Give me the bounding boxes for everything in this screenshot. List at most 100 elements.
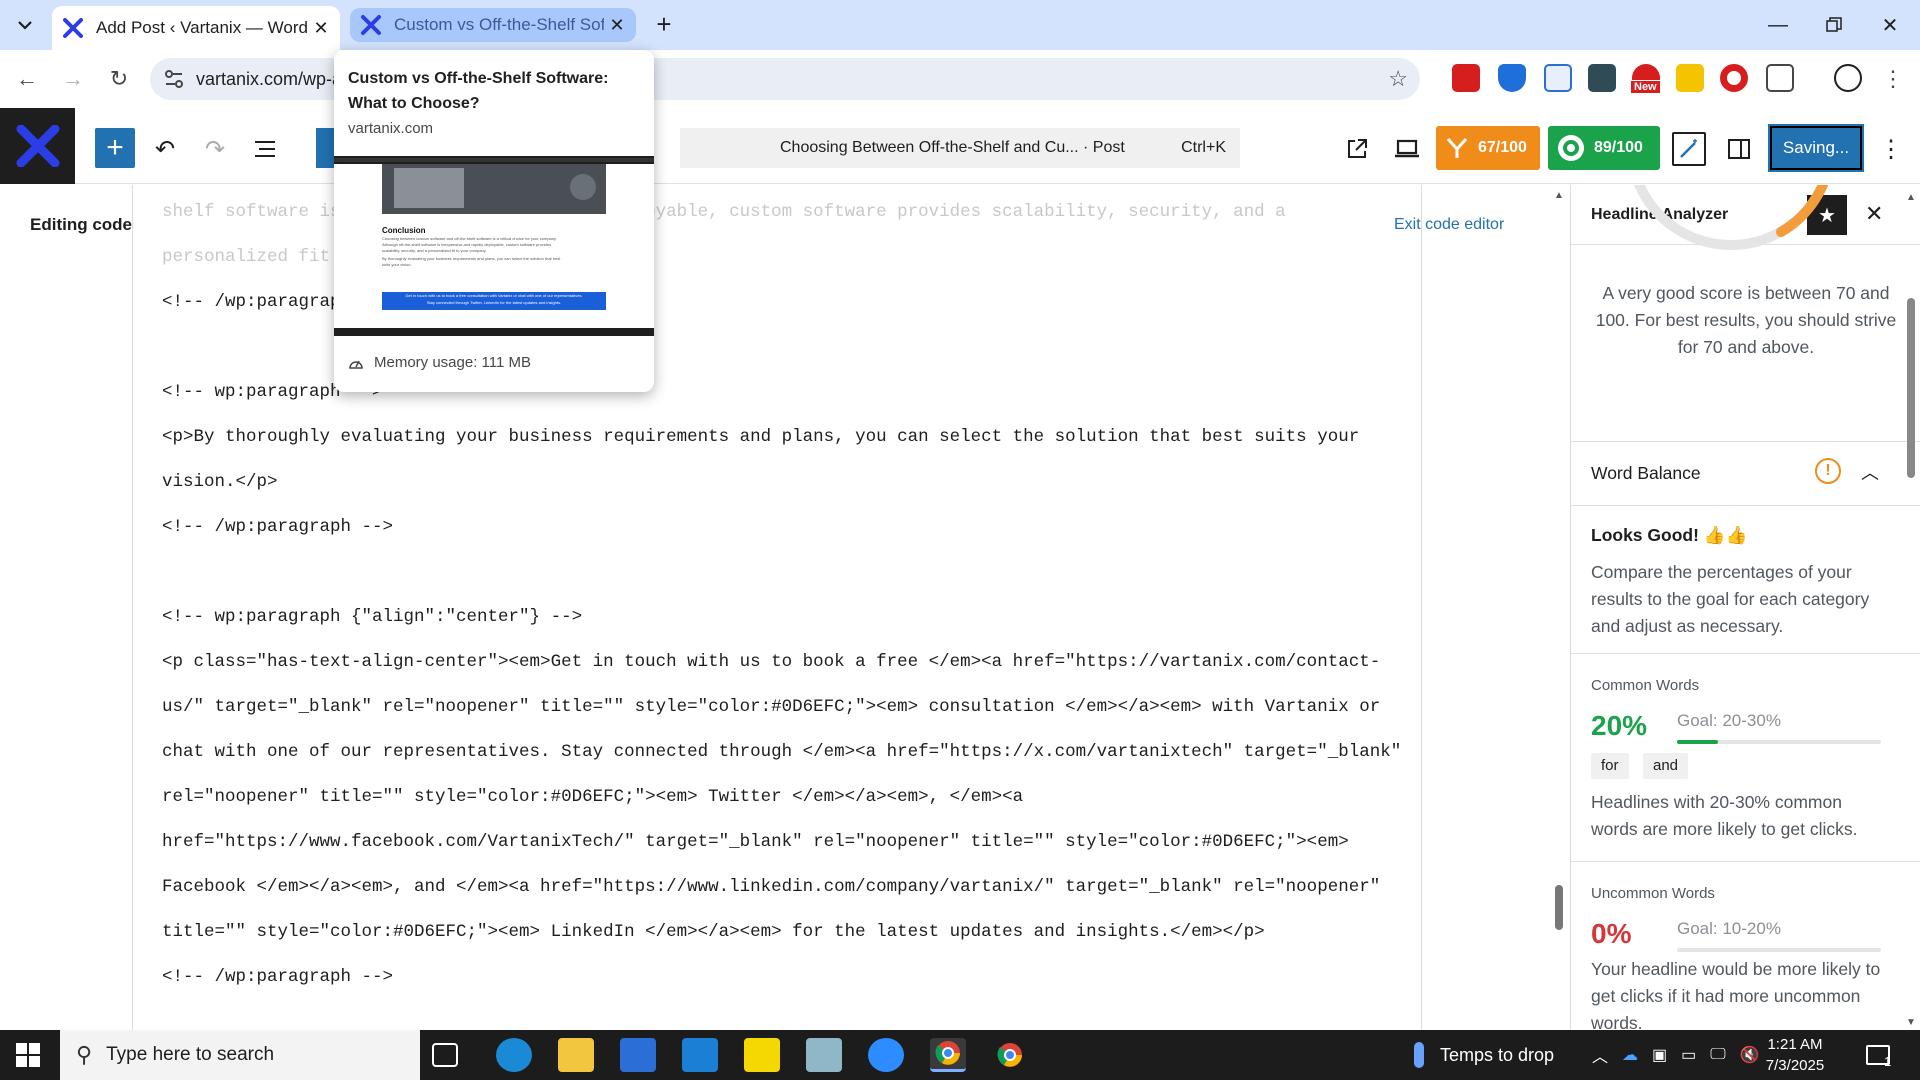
editor-scrollbar-thumb[interactable]: [1555, 885, 1563, 930]
options-menu-icon[interactable]: ⋮: [1874, 132, 1908, 166]
headline-score-button[interactable]: 89/100: [1548, 126, 1660, 170]
close-window-button[interactable]: ✕: [1862, 0, 1918, 50]
edge-icon[interactable]: [496, 1038, 532, 1072]
command-palette-bar[interactable]: Choosing Between Off-the-Shelf and Cu...…: [680, 128, 1240, 168]
close-tab-icon[interactable]: ✕: [308, 15, 334, 41]
restore-button[interactable]: [1806, 0, 1862, 50]
tab-title: Add Post ‹ Vartanix — WordPress: [96, 18, 308, 37]
collapse-chevron-icon[interactable]: ︿: [1861, 459, 1879, 485]
chrome-active-icon[interactable]: [930, 1038, 966, 1072]
undo-button[interactable]: ↶: [148, 132, 182, 166]
code-line[interactable]: Facebook </em></a><em>, and </em><a href…: [162, 877, 1380, 897]
list-view-icon: [255, 141, 275, 157]
compare-text: Compare the percentages of your results …: [1591, 562, 1870, 636]
tab-custom-vs-off-the-shelf[interactable]: Custom vs Off-the-Shelf Software: What t…: [350, 8, 636, 42]
common-words-bar-fill: [1677, 740, 1718, 744]
weather-widget[interactable]: Temps to drop: [1414, 1030, 1554, 1080]
pokeball-extension-icon[interactable]: [1720, 64, 1748, 92]
code-line[interactable]: <p class="has-text-align-center"><em>Get…: [162, 652, 1380, 672]
sidebar-scrollbar-thumb[interactable]: [1907, 298, 1915, 478]
network-icon[interactable]: 🖵: [1710, 1046, 1725, 1064]
new-extension-icon[interactable]: New: [1630, 64, 1661, 94]
code-line[interactable]: <!-- wp:paragraph {"align":"center"} -->: [162, 607, 582, 627]
preview-button[interactable]: [1390, 132, 1424, 166]
close-sidebar-icon[interactable]: ✕: [1865, 201, 1883, 227]
preview-image: [382, 164, 606, 214]
back-button[interactable]: ←: [12, 64, 42, 94]
security-icon[interactable]: ▣: [1652, 1045, 1667, 1065]
code-line[interactable]: <!-- /wp:paragraph -->: [162, 967, 393, 987]
new-tab-button[interactable]: +: [650, 10, 678, 38]
pdf-extension-icon[interactable]: [1452, 64, 1480, 92]
reload-button[interactable]: ↻: [104, 64, 134, 94]
site-logo[interactable]: [0, 108, 75, 184]
thumbs-up-icon: 👍👍: [1703, 525, 1748, 545]
settings-sidebar-toggle[interactable]: [1722, 132, 1756, 166]
code-line[interactable]: shelf software is inexpensive and rapidl…: [162, 202, 1286, 222]
taskbar-clock[interactable]: 1:21 AM 7/3/2025: [1750, 1034, 1840, 1076]
task-view-icon[interactable]: [432, 1043, 458, 1067]
browser-menu-icon[interactable]: ⋮: [1878, 64, 1908, 94]
hover-card-host: vartanix.com: [348, 120, 434, 137]
file-explorer-icon[interactable]: [558, 1038, 594, 1072]
vartanix-favicon-icon: [63, 18, 83, 38]
zoom-icon[interactable]: [868, 1038, 904, 1072]
doc-extension-icon[interactable]: [1544, 64, 1572, 92]
store-icon[interactable]: [620, 1038, 656, 1072]
exit-code-editor-link[interactable]: Exit code editor: [1394, 216, 1504, 234]
windows-start-icon[interactable]: [16, 1043, 40, 1067]
editor-scrollbar[interactable]: ▲: [1552, 190, 1566, 1030]
code-line[interactable]: vision.</p>: [162, 472, 278, 492]
scroll-up-arrow-icon[interactable]: ▲: [1906, 192, 1916, 203]
save-status-button[interactable]: Saving...: [1768, 124, 1864, 172]
chevron-up-icon[interactable]: ︿: [1592, 1043, 1608, 1067]
word-balance-title[interactable]: Word Balance: [1591, 463, 1701, 484]
tab-add-post[interactable]: Add Post ‹ Vartanix — WordPress ✕: [52, 6, 340, 50]
close-tab-icon[interactable]: ✕: [604, 12, 630, 38]
common-words-percent: 20%: [1591, 710, 1648, 741]
redo-button[interactable]: ↷: [198, 132, 232, 166]
headline-score: 89/100: [1594, 139, 1643, 156]
common-words-bar: [1677, 740, 1881, 744]
chrome-profile-icon[interactable]: [992, 1038, 1028, 1072]
windows-taskbar: ⚲ Type here to search Temps to drop ︿ ☁ …: [0, 1030, 1920, 1080]
yellow-extension-icon[interactable]: [1676, 64, 1704, 92]
code-line[interactable]: <p>By thoroughly evaluating your busines…: [162, 427, 1359, 447]
app-icon[interactable]: [806, 1038, 842, 1072]
document-overview-button[interactable]: [248, 132, 282, 166]
code-line[interactable]: rel="noopener" title="" style="color:#0D…: [162, 787, 1023, 807]
folder-extension-icon[interactable]: [1588, 64, 1616, 92]
extensions-puzzle-icon[interactable]: [1766, 64, 1794, 92]
seo-score-button[interactable]: 67/100: [1436, 126, 1540, 170]
shield-extension-icon[interactable]: [1498, 64, 1526, 92]
restore-icon: [1826, 17, 1842, 32]
view-post-button[interactable]: [1340, 132, 1374, 166]
taskbar-search-box[interactable]: ⚲ Type here to search: [60, 1030, 420, 1080]
site-info-icon[interactable]: [162, 68, 186, 90]
bookmark-star-icon[interactable]: ☆: [1388, 66, 1408, 92]
sidebar-scrollbar[interactable]: ▲ ▼: [1904, 192, 1918, 1028]
code-line[interactable]: href="https://www.facebook.com/VartanixT…: [162, 832, 1349, 852]
looks-good-heading: Looks Good! 👍👍: [1591, 525, 1747, 546]
tab-search-button[interactable]: [12, 12, 38, 38]
notification-icon: [1866, 1045, 1890, 1065]
ai-assistant-button[interactable]: [1672, 132, 1706, 166]
mail-icon[interactable]: [682, 1038, 718, 1072]
code-line[interactable]: chat with one of our representatives. St…: [162, 742, 1401, 762]
code-line[interactable]: us/" target="_blank" rel="noopener" titl…: [162, 697, 1380, 717]
sticky-notes-icon[interactable]: [744, 1038, 780, 1072]
code-line[interactable]: title="" style="color:#0D6EFC;"><em> Lin…: [162, 922, 1265, 942]
forward-button[interactable]: →: [58, 64, 88, 94]
onedrive-icon[interactable]: ☁: [1622, 1045, 1638, 1065]
scroll-up-arrow-icon[interactable]: ▲: [1554, 190, 1564, 201]
scroll-down-arrow-icon[interactable]: ▼: [1906, 1017, 1916, 1028]
block-inserter-button[interactable]: +: [95, 128, 135, 168]
notification-center-button[interactable]: 1: [1866, 1030, 1891, 1080]
thermometer-icon: [1414, 1042, 1424, 1068]
preview-laptop: [394, 168, 464, 208]
battery-icon[interactable]: ▭: [1681, 1045, 1696, 1065]
profile-avatar-icon[interactable]: [1834, 64, 1862, 92]
vartanix-logo-icon: [16, 125, 59, 167]
minimize-button[interactable]: —: [1750, 0, 1806, 50]
code-line[interactable]: <!-- /wp:paragraph -->: [162, 517, 393, 537]
